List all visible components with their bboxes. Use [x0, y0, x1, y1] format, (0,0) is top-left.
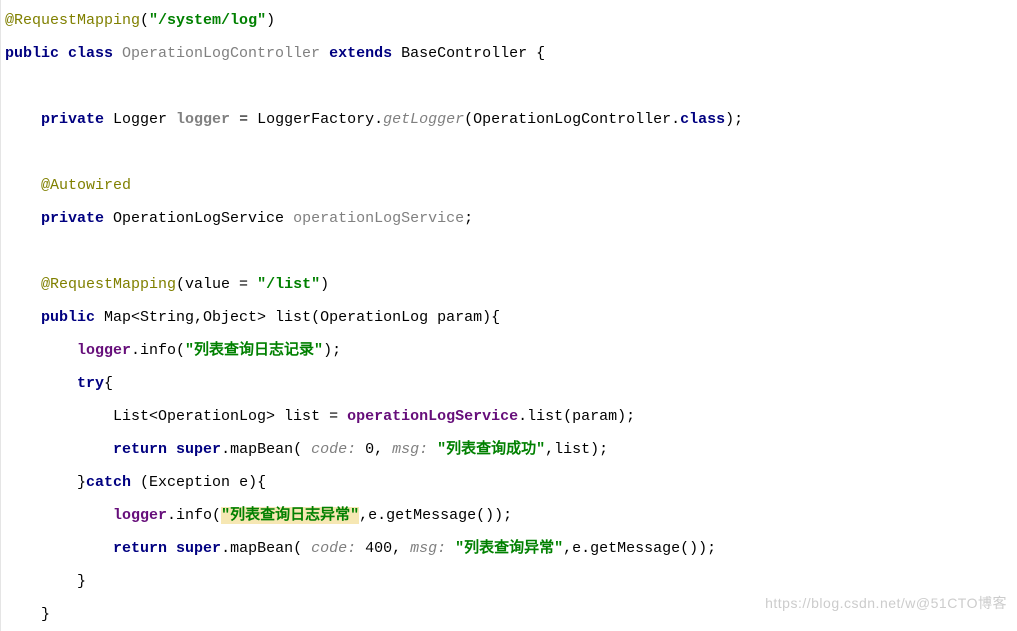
line-7: private OperationLogService operationLog…: [5, 210, 473, 227]
line-6: @Autowired: [5, 177, 131, 194]
watermark: https://blog.csdn.net/w@51CTO博客: [765, 588, 1007, 619]
line-16: logger.info("列表查询日志异常",e.getMessage());: [5, 507, 512, 524]
line-13: List<OperationLog> list = operationLogSe…: [5, 408, 635, 425]
line-14: return super.mapBean( code: 0, msg: "列表查…: [5, 441, 608, 458]
line-1: @RequestMapping("/system/log"): [5, 12, 275, 29]
line-4: private Logger logger = LoggerFactory.ge…: [5, 111, 743, 128]
line-9: @RequestMapping(value = "/list"): [5, 276, 329, 293]
line-18: }: [5, 573, 86, 590]
line-10: public Map<String,Object> list(Operation…: [5, 309, 500, 326]
line-17: return super.mapBean( code: 400, msg: "列…: [5, 540, 716, 557]
line-2: public class OperationLogController exte…: [5, 45, 545, 62]
line-15: }catch (Exception e){: [5, 474, 266, 491]
line-12: try{: [5, 375, 113, 392]
line-11: logger.info("列表查询日志记录");: [5, 342, 341, 359]
line-19: }: [5, 606, 50, 623]
code-block: @RequestMapping("/system/log") public cl…: [0, 0, 1017, 631]
